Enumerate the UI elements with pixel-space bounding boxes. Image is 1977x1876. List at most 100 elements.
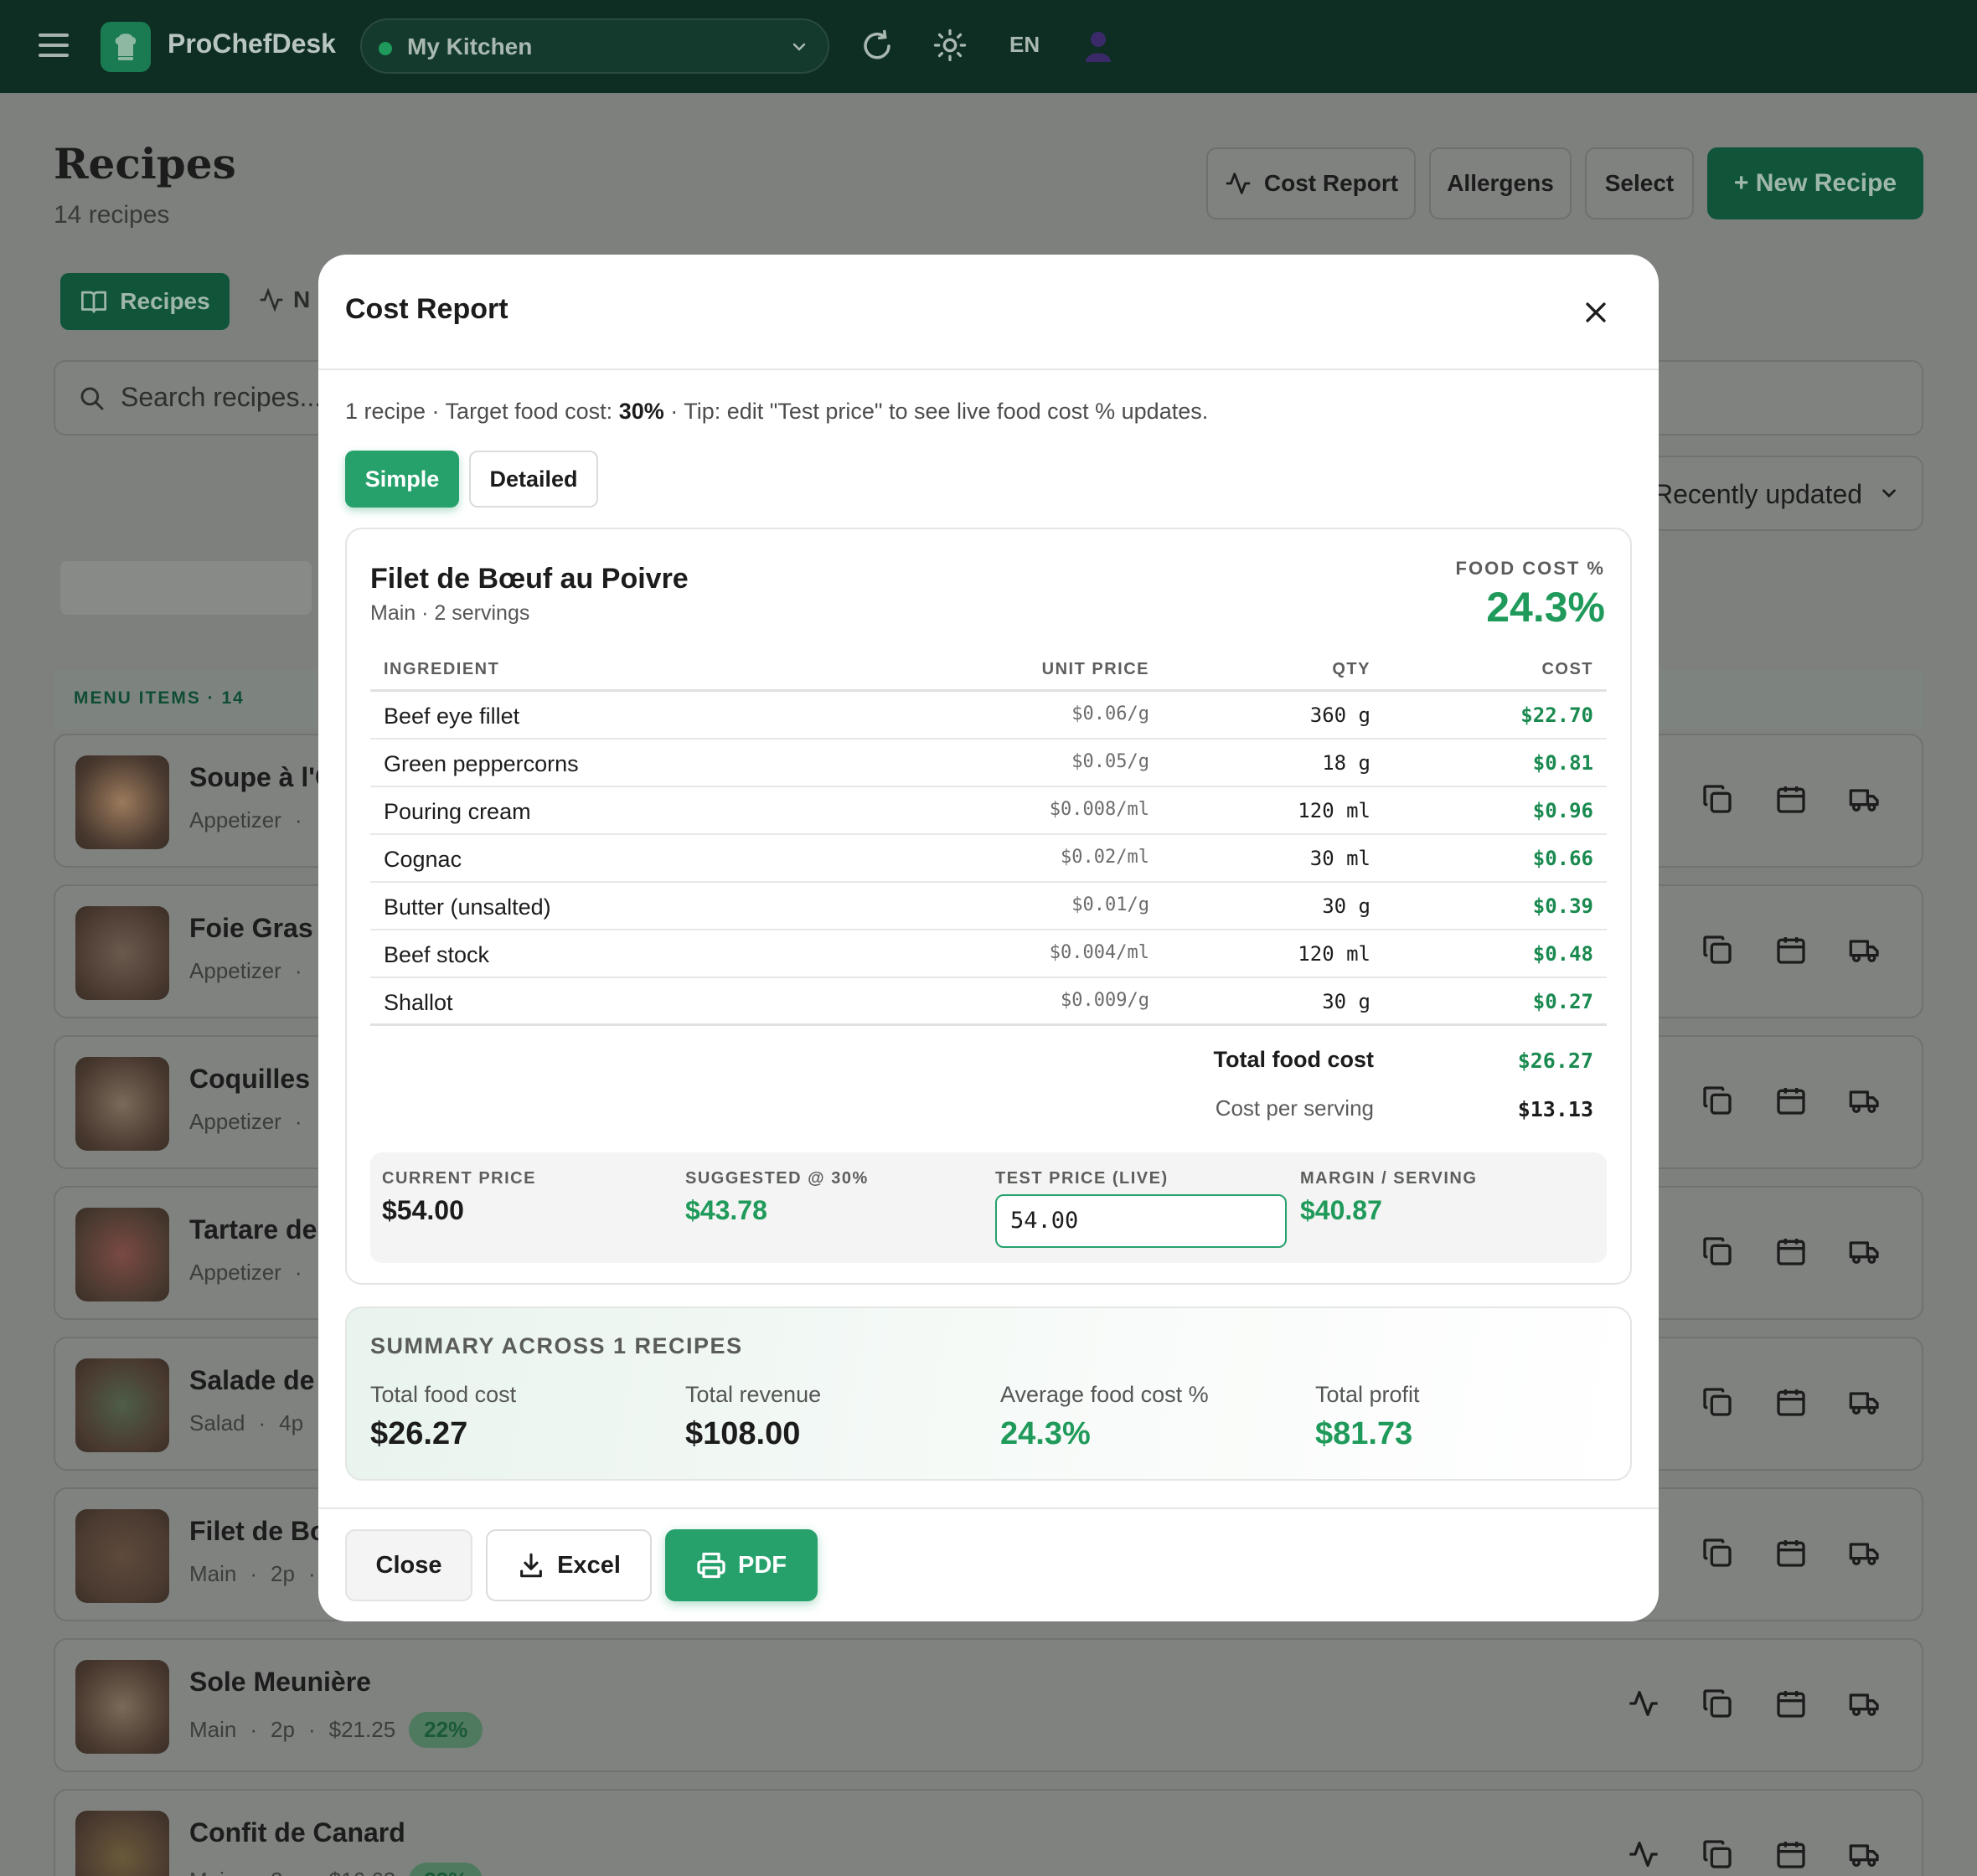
view-detailed-button[interactable]: Detailed [469, 451, 598, 508]
export-excel-button[interactable]: Excel [486, 1529, 652, 1601]
ingredient-row: Beef eye fillet $0.06/g 360 g $22.70 [370, 692, 1607, 740]
activity-icon[interactable] [1627, 1837, 1660, 1875]
meta-separator: · [308, 1868, 316, 1876]
kitchen-selector[interactable]: My Kitchen [360, 18, 829, 74]
food-cost-badge: 22% [409, 1863, 483, 1876]
recipe-name: Soupe à l'O [189, 762, 336, 792]
duplicate-icon[interactable] [1701, 1536, 1734, 1574]
tab-recipes[interactable]: Recipes [60, 273, 230, 330]
close-icon[interactable] [1582, 298, 1610, 331]
ingredient-row: Cognac $0.02/ml 30 ml $0.66 [370, 835, 1607, 883]
row-actions [1627, 1234, 1882, 1272]
recipe-category: Appetizer [189, 807, 281, 832]
printer-icon [697, 1552, 725, 1579]
truck-icon[interactable] [1848, 1536, 1882, 1574]
allergens-button[interactable]: Allergens [1429, 147, 1572, 219]
excel-label: Excel [557, 1551, 621, 1579]
margin-label: MARGIN / SERVING [1300, 1169, 1478, 1188]
calendar-icon[interactable] [1774, 1084, 1808, 1121]
truck-icon[interactable] [1848, 1084, 1882, 1121]
new-recipe-button[interactable]: + New Recipe [1707, 147, 1923, 219]
table-header: INGREDIENT UNIT PRICE QTY COST [370, 653, 1607, 692]
row-actions [1627, 1084, 1882, 1121]
ingredient-unit-price: $0.05/g [1071, 751, 1149, 772]
recipe-meta: Main · 2p · [189, 1561, 316, 1587]
duplicate-icon[interactable] [1701, 1687, 1734, 1724]
recipe-row[interactable]: Confit de Canard Main · 2p · $16.63 22% [54, 1789, 1923, 1876]
truck-icon[interactable] [1848, 1837, 1882, 1875]
status-dot [379, 42, 392, 55]
tab-secondary[interactable]: N [258, 286, 310, 313]
meta-separator: · [294, 1109, 302, 1134]
test-price-input[interactable]: 54.00 [995, 1194, 1287, 1248]
truck-icon[interactable] [1848, 1687, 1882, 1724]
meta-separator: · [294, 1260, 302, 1285]
meta-separator: · [258, 1410, 266, 1435]
pdf-label: PDF [738, 1551, 787, 1579]
ingredients-table: INGREDIENT UNIT PRICE QTY COST Beef eye … [370, 653, 1607, 1026]
menu-icon[interactable] [39, 34, 69, 59]
summary-total-revenue-value: $108.00 [685, 1416, 801, 1451]
summary-title: SUMMARY ACROSS 1 RECIPES [370, 1333, 743, 1358]
truck-icon[interactable] [1848, 782, 1882, 820]
truck-icon[interactable] [1848, 933, 1882, 971]
close-button[interactable]: Close [345, 1529, 472, 1601]
activity-icon [260, 287, 283, 312]
duplicate-icon[interactable] [1701, 1385, 1734, 1423]
recipe-price: $16.63 [329, 1868, 396, 1876]
calendar-icon[interactable] [1774, 1536, 1808, 1574]
sun-icon[interactable] [933, 28, 967, 66]
calendar-icon[interactable] [1774, 1837, 1808, 1875]
export-pdf-button[interactable]: PDF [665, 1529, 818, 1601]
calendar-icon[interactable] [1774, 1234, 1808, 1272]
test-price-label: TEST PRICE (LIVE) [995, 1169, 1169, 1188]
summary-average-label: Average food cost % [1000, 1382, 1209, 1407]
view-simple-button[interactable]: Simple [345, 451, 459, 508]
calendar-icon[interactable] [1774, 933, 1808, 971]
duplicate-icon[interactable] [1701, 1084, 1734, 1121]
ingredient-cost: $0.27 [1532, 990, 1593, 1013]
calendar-icon[interactable] [1774, 1385, 1808, 1423]
recipe-meta: Salad·4p· [189, 1410, 324, 1436]
ingredient-row: Beef stock $0.004/ml 120 ml $0.48 [370, 930, 1607, 978]
user-avatar-icon[interactable] [1084, 30, 1112, 66]
ingredient-name: Green peppercorns [384, 751, 579, 776]
recipe-row[interactable]: Sole Meunière Main · 2p · $21.25 22% [54, 1638, 1923, 1772]
summary-total-food-cost-label: Total food cost [370, 1382, 517, 1407]
recipe-category: Main [189, 1868, 236, 1876]
duplicate-icon[interactable] [1701, 782, 1734, 820]
suggested-price: SUGGESTED @ 30% $43.78 [685, 1169, 869, 1226]
recipe-name: Salade de [189, 1365, 315, 1395]
summary-total-food-cost-value: $26.27 [370, 1416, 468, 1451]
info-suffix: · Tip: edit "Test price" to see live foo… [663, 399, 1209, 424]
page-title: Recipes [54, 139, 236, 188]
ingredient-cost: $22.70 [1520, 704, 1593, 727]
activity-icon[interactable] [1627, 1687, 1660, 1724]
ingredient-name: Cognac [384, 847, 462, 872]
divider [318, 368, 1659, 370]
calendar-icon[interactable] [1774, 782, 1808, 820]
truck-icon[interactable] [1848, 1385, 1882, 1423]
ingredient-unit-price: $0.02/ml [1061, 847, 1149, 868]
recipe-category: Appetizer [189, 958, 281, 983]
brand-name: ProChefDesk [168, 28, 336, 59]
row-actions [1627, 1837, 1882, 1875]
refresh-icon[interactable] [859, 28, 895, 68]
duplicate-icon[interactable] [1701, 933, 1734, 971]
summary-total-revenue: Total revenue $108.00 [685, 1382, 821, 1452]
recipe-servings: 2p [271, 1717, 295, 1742]
select-button[interactable]: Select [1585, 147, 1694, 219]
header-ingredient: INGREDIENT [384, 660, 500, 678]
cost-report-button[interactable]: Cost Report [1206, 147, 1416, 219]
truck-icon[interactable] [1848, 1234, 1882, 1272]
row-actions [1627, 933, 1882, 971]
recipe-name: Foie Gras a [189, 913, 336, 943]
ingredient-unit-price: $0.06/g [1071, 704, 1149, 724]
duplicate-icon[interactable] [1701, 1234, 1734, 1272]
cost-report-modal: Cost Report 1 recipe · Target food cost:… [318, 255, 1659, 1621]
duplicate-icon[interactable] [1701, 1837, 1734, 1875]
recipe-thumbnail [75, 1811, 169, 1876]
top-bar: ProChefDesk My Kitchen EN [0, 0, 1977, 93]
language-switch[interactable]: EN [1009, 32, 1040, 58]
calendar-icon[interactable] [1774, 1687, 1808, 1724]
